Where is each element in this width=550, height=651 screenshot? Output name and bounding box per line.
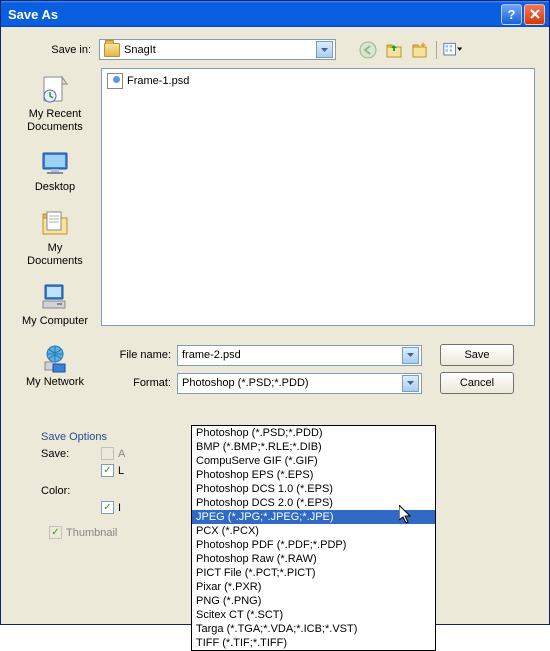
place-recent[interactable]: My Recent Documents: [17, 70, 93, 139]
nav-icons: [358, 40, 463, 60]
icc-label: I: [118, 502, 121, 514]
place-label: My Computer: [22, 315, 88, 328]
place-label: My Network: [26, 376, 84, 389]
right-column: Frame-1.psd File name: Save: [101, 68, 535, 394]
as-copy-checkbox: A: [101, 447, 125, 460]
format-value: Photoshop (*.PSD;*.PDD): [182, 377, 402, 389]
toolbar-divider: [436, 41, 437, 59]
view-menu-icon[interactable]: [443, 40, 463, 60]
format-option[interactable]: BMP (*.BMP;*.RLE;*.DIB): [192, 440, 435, 454]
place-mynetwork[interactable]: My Network: [17, 338, 93, 395]
format-option[interactable]: TIFF (*.TIF;*.TIFF): [192, 636, 435, 650]
format-option[interactable]: Scitex CT (*.SCT): [192, 608, 435, 622]
file-list[interactable]: Frame-1.psd: [101, 68, 535, 326]
save-button[interactable]: Save: [440, 344, 514, 366]
layers-label: L: [118, 465, 124, 477]
filename-row: File name: Save: [101, 344, 535, 366]
format-dropdown-button[interactable]: [402, 375, 419, 392]
layers-checkbox[interactable]: ✓ L: [101, 464, 124, 477]
place-label: My Documents: [19, 242, 91, 267]
format-dropdown-list[interactable]: Photoshop (*.PSD;*.PDD)BMP (*.BMP;*.RLE;…: [191, 425, 436, 651]
desktop-icon: [39, 147, 71, 179]
format-option[interactable]: Photoshop DCS 1.0 (*.EPS): [192, 482, 435, 496]
thumbnail-label: Thumbnail: [66, 527, 117, 539]
recent-icon: [39, 74, 71, 106]
place-label: Desktop: [35, 181, 75, 194]
format-option[interactable]: Pixar (*.PXR): [192, 580, 435, 594]
checkbox-box: ✓: [49, 526, 62, 539]
icc-checkbox[interactable]: ✓ I: [101, 501, 121, 514]
as-copy-label: A: [118, 448, 125, 460]
place-desktop[interactable]: Desktop: [17, 143, 93, 200]
savein-value: SnagIt: [124, 44, 312, 56]
so-save-label: Save:: [41, 448, 91, 460]
checkbox-box: [101, 447, 114, 460]
thumbnail-checkbox: ✓ Thumbnail: [49, 526, 117, 539]
format-row: Format: Photoshop (*.PSD;*.PDD) Cancel: [101, 372, 535, 394]
folder-icon: [104, 43, 120, 57]
savein-row: Save in: SnagIt: [33, 39, 535, 60]
format-combo[interactable]: Photoshop (*.PSD;*.PDD): [177, 373, 422, 394]
format-option[interactable]: Photoshop Raw (*.RAW): [192, 552, 435, 566]
format-option[interactable]: Photoshop (*.PSD;*.PDD): [192, 426, 435, 440]
format-option[interactable]: PICT File (*.PCT;*.PICT): [192, 566, 435, 580]
mycomputer-icon: [39, 281, 71, 313]
filename-input[interactable]: [182, 347, 402, 364]
format-option[interactable]: Photoshop EPS (*.EPS): [192, 468, 435, 482]
close-button[interactable]: [524, 4, 545, 25]
main-row: My Recent Documents Desktop My Documents: [15, 68, 535, 394]
savein-label: Save in:: [33, 44, 91, 56]
place-label: My Recent Documents: [19, 108, 91, 133]
filename-dropdown-button[interactable]: [402, 347, 419, 364]
so-color-label: Color:: [41, 485, 91, 497]
mynetwork-icon: [39, 342, 71, 374]
titlebar: Save As ?: [1, 1, 549, 27]
filename-label: File name:: [101, 349, 171, 361]
new-folder-icon[interactable]: [410, 40, 430, 60]
psd-file-icon: [107, 73, 123, 89]
back-icon[interactable]: [358, 40, 378, 60]
savein-combo[interactable]: SnagIt: [99, 39, 336, 60]
client-area: Save in: SnagIt: [1, 27, 549, 624]
field-area: File name: Save Format: Photoshop (*.PS: [101, 344, 535, 394]
filename-combo[interactable]: [177, 345, 422, 366]
format-label: Format:: [101, 377, 171, 389]
checkbox-box: ✓: [101, 464, 114, 477]
format-option[interactable]: PNG (*.PNG): [192, 594, 435, 608]
place-mycomputer[interactable]: My Computer: [17, 277, 93, 334]
file-name: Frame-1.psd: [127, 75, 189, 87]
save-as-dialog: Save As ? Save in: SnagIt: [0, 0, 550, 625]
cancel-button[interactable]: Cancel: [440, 372, 514, 394]
window-title: Save As: [8, 7, 499, 22]
format-option[interactable]: CompuServe GIF (*.GIF): [192, 454, 435, 468]
file-item[interactable]: Frame-1.psd: [105, 72, 531, 90]
checkbox-box: ✓: [101, 501, 114, 514]
cursor-icon: [399, 505, 415, 530]
format-option[interactable]: Photoshop PDF (*.PDF;*.PDP): [192, 538, 435, 552]
mydocuments-icon: [39, 208, 71, 240]
place-mydocuments[interactable]: My Documents: [17, 204, 93, 273]
format-option[interactable]: Targa (*.TGA;*.VDA;*.ICB;*.VST): [192, 622, 435, 636]
help-button[interactable]: ?: [501, 4, 522, 25]
places-bar: My Recent Documents Desktop My Documents: [15, 68, 95, 394]
up-folder-icon[interactable]: [384, 40, 404, 60]
savein-dropdown-button[interactable]: [316, 41, 333, 58]
